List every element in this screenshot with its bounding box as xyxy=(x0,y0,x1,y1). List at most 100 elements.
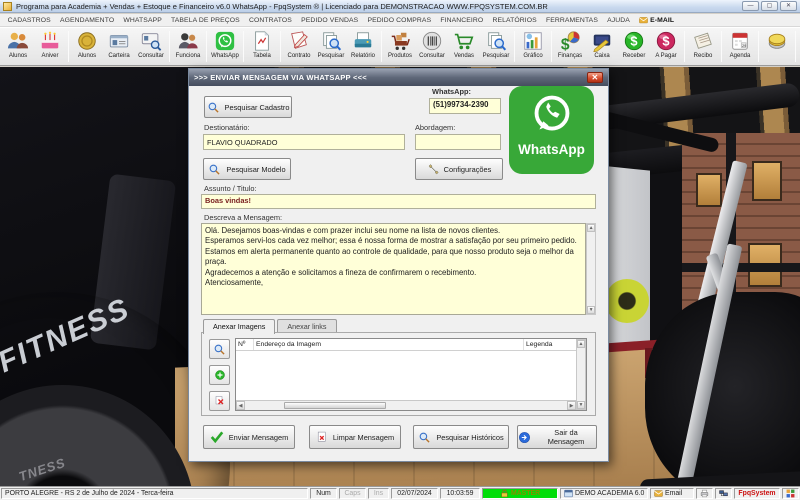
menu-pedido-compras[interactable]: PEDIDO COMPRAS xyxy=(363,17,436,24)
scroll-left-arrow[interactable]: ◀ xyxy=(236,401,245,410)
attachments-panel: Nº Endereço da Imagem Legenda ▲ ▼ ◀ ▶ xyxy=(201,332,596,416)
building-window xyxy=(696,173,722,207)
maximize-button[interactable]: ▢ xyxy=(761,1,778,11)
horizontal-scroll-thumb[interactable] xyxy=(283,402,386,409)
recipient-field[interactable] xyxy=(203,134,405,150)
toolbar-separator xyxy=(758,31,759,62)
menu-ferramentas[interactable]: FERRAMENTAS xyxy=(541,17,602,24)
birthday-cake-icon xyxy=(41,31,59,49)
whatsapp-number-label: WhatsApp: xyxy=(432,87,471,96)
toolbar-a-pagar[interactable]: $ A Pagar xyxy=(650,28,682,65)
menu-email[interactable]: E-MAIL xyxy=(635,16,679,24)
menu-pedido-vendas[interactable]: PEDIDO VENDAS xyxy=(297,17,363,24)
app-window-icon xyxy=(564,489,573,498)
status-printer[interactable] xyxy=(696,488,713,499)
students-icon xyxy=(7,32,29,49)
scroll-down-arrow[interactable]: ▼ xyxy=(587,306,595,314)
menu-ajuda[interactable]: AJUDA xyxy=(603,17,635,24)
tab-anexar-imagens[interactable]: Anexar Imagens xyxy=(203,319,276,334)
toolbar-produtos[interactable]: Produtos xyxy=(384,28,416,65)
toolbar-consultar-carteira[interactable]: Consultar xyxy=(135,28,167,65)
toolbar-pesquisar-vendas[interactable]: Pesquisar xyxy=(480,28,512,65)
attachment-add-button[interactable] xyxy=(209,365,230,385)
tab-anexar-links[interactable]: Anexar links xyxy=(277,319,337,333)
attachment-delete-button[interactable] xyxy=(209,391,230,411)
menu-cadastros[interactable]: CADASTROS xyxy=(3,17,55,24)
printer-icon xyxy=(700,489,709,498)
toolbar-separator xyxy=(206,31,207,62)
contract-icon xyxy=(291,31,308,49)
scroll-right-arrow[interactable]: ▶ xyxy=(567,401,576,410)
table-vertical-scrollbar[interactable]: ▲ ▼ xyxy=(576,339,586,410)
toolbar-financas[interactable]: $ Finanças xyxy=(554,28,586,65)
toolbar-aniver[interactable]: Aniver xyxy=(34,28,66,65)
clear-message-button[interactable]: Limpar Mensagem xyxy=(309,425,401,449)
message-vertical-scrollbar[interactable]: ▲ ▼ xyxy=(586,223,596,315)
attachment-search-button[interactable] xyxy=(209,339,230,359)
toolbar-consultar-barcode[interactable]: Consultar xyxy=(416,28,448,65)
menu-contratos[interactable]: CONTRATOS xyxy=(244,17,296,24)
close-button[interactable]: ✕ xyxy=(780,1,797,11)
status-caps-lock: Caps xyxy=(339,488,366,499)
scroll-down-arrow[interactable]: ▼ xyxy=(577,401,585,409)
exit-message-button[interactable]: Sair da Mensagem xyxy=(517,425,597,449)
search-icon xyxy=(214,344,225,355)
search-template-button[interactable]: Pesquisar Modelo xyxy=(203,158,291,180)
toolbar-grafico[interactable]: Gráfico xyxy=(517,28,549,65)
dialog-close-button[interactable]: ✕ xyxy=(587,72,603,83)
menu-tabela-de-precos[interactable]: TABELA DE PREÇOS xyxy=(166,17,244,24)
search-history-button[interactable]: Pesquisar Históricos xyxy=(413,425,509,449)
yellow-weight-plate xyxy=(605,279,649,323)
menu-financeiro[interactable]: FINANCEIRO xyxy=(436,17,488,24)
toolbar-alunos[interactable]: Alunos xyxy=(2,28,34,65)
toolbar-separator xyxy=(551,31,552,62)
status-system-icon[interactable] xyxy=(782,488,799,499)
card-search-icon xyxy=(141,33,162,51)
minimize-button[interactable]: — xyxy=(742,1,759,11)
tools-icon xyxy=(428,164,439,175)
whatsapp-message-dialog: >>> ENVIAR MENSAGEM VIA WHATSAPP <<< ✕ P… xyxy=(188,68,609,462)
toolbar-vendas[interactable]: Vendas xyxy=(448,28,480,65)
toolbar-recibo[interactable]: Recibo xyxy=(687,28,719,65)
toolbar-pesquisar-contrato[interactable]: Pesquisar xyxy=(315,28,347,65)
toolbar-whatsapp[interactable]: WhatsApp xyxy=(209,28,241,65)
toolbar-contrato[interactable]: Contrato xyxy=(283,28,315,65)
menu-whatsapp[interactable]: WHATSAPP xyxy=(119,17,167,24)
toolbar-receber[interactable]: $ Receber xyxy=(618,28,650,65)
menu-agendamento[interactable]: AGENDAMENTO xyxy=(55,17,118,24)
subject-field[interactable]: Boas vindas! xyxy=(201,194,596,209)
exit-arrow-icon xyxy=(519,431,530,443)
toolbar-caixa[interactable]: Caixa xyxy=(586,28,618,65)
price-table-icon xyxy=(255,31,269,51)
window-mullion xyxy=(682,263,800,272)
search-registry-button[interactable]: Pesquisar Cadastro xyxy=(204,96,292,118)
receive-dollar-icon: $ xyxy=(624,31,644,51)
report-icon xyxy=(354,32,372,48)
toolbar-moeda[interactable] xyxy=(761,28,793,65)
add-icon xyxy=(214,370,225,380)
settings-button[interactable]: Configurações xyxy=(415,158,503,180)
delete-icon xyxy=(215,396,223,405)
email-icon xyxy=(639,17,648,24)
status-time: 10:03:59 xyxy=(440,488,480,499)
svg-text:$: $ xyxy=(561,36,570,52)
cashbook-icon xyxy=(593,34,611,52)
send-message-button[interactable]: Enviar Mensagem xyxy=(203,425,295,449)
toolbar-alunos-medal[interactable]: Alunos xyxy=(71,28,103,65)
message-textarea[interactable]: Olá. Desejamos boas-vindas e com prazer … xyxy=(201,223,587,315)
status-network[interactable] xyxy=(715,488,732,499)
toolbar-agenda[interactable]: 29 Agenda xyxy=(724,28,756,65)
network-icon xyxy=(719,490,728,497)
toolbar-funcionario[interactable]: Funciona xyxy=(172,28,204,65)
toolbar-tabela[interactable]: Tabela xyxy=(246,28,278,65)
scroll-up-arrow[interactable]: ▲ xyxy=(577,340,585,348)
toolbar-relatorio[interactable]: Relatório xyxy=(347,28,379,65)
whatsapp-number-field[interactable]: (51)99734-2390 xyxy=(429,98,501,114)
approach-field[interactable] xyxy=(415,134,501,150)
menu-relatorios[interactable]: RELATÓRIOS xyxy=(488,17,542,24)
toolbar-carteira[interactable]: Carteira xyxy=(103,28,135,65)
scroll-up-arrow[interactable]: ▲ xyxy=(587,224,595,232)
status-email[interactable]: Email xyxy=(650,488,694,499)
table-horizontal-scrollbar[interactable]: ◀ ▶ xyxy=(236,400,576,410)
check-icon xyxy=(210,431,223,443)
